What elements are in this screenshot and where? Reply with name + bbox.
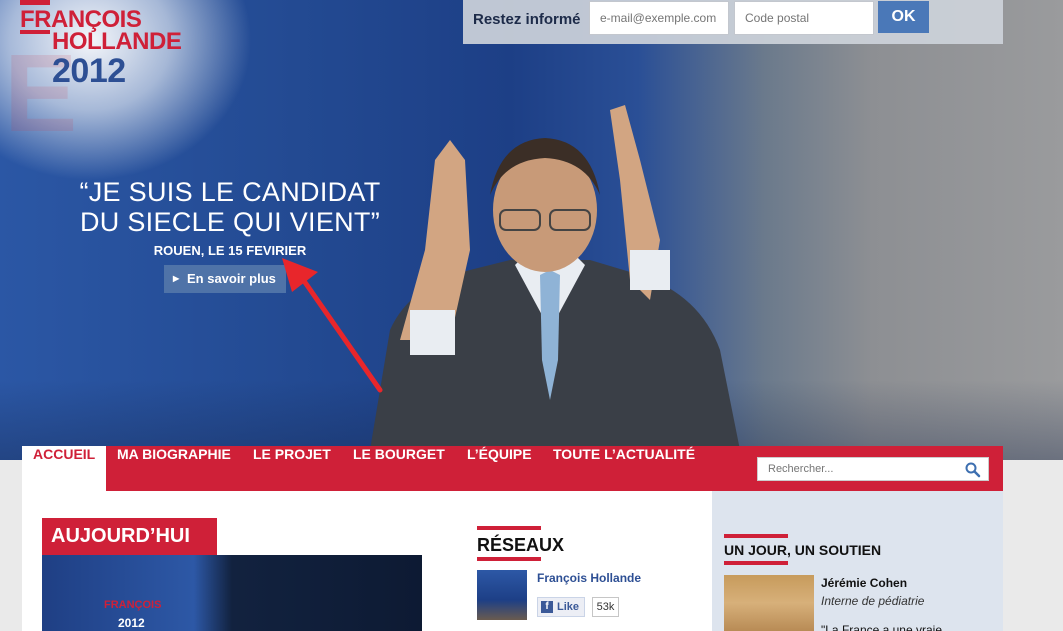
email-input[interactable] — [589, 1, 729, 35]
more-info-button[interactable]: ▶ En savoir plus — [164, 265, 286, 293]
hero-quote: “JE SUIS LE CANDIDAT DU SIECLE QUI VIENT… — [60, 177, 400, 258]
page-gutter-left — [0, 460, 22, 631]
thumbnail-logo-text: FRANÇOIS — [104, 599, 162, 611]
facebook-like-button[interactable]: f Like — [537, 597, 585, 617]
search-input[interactable] — [758, 458, 958, 480]
supporter-quote: "La France a une vraie — [821, 623, 942, 631]
search-icon[interactable] — [964, 461, 982, 479]
nav-item-accueil[interactable]: ACCUEIL — [22, 446, 107, 491]
facebook-page-link[interactable]: François Hollande — [537, 571, 641, 585]
nav-item-actualite[interactable]: TOUTE L’ACTUALITÉ — [542, 446, 706, 491]
search-box — [757, 457, 989, 481]
reseaux-title: RÉSEAUX — [477, 535, 565, 555]
thumbnail-logo-year: 2012 — [118, 616, 145, 630]
nav-item-biographie[interactable]: MA BIOGRAPHIE — [106, 446, 242, 491]
supporter-photo[interactable] — [724, 575, 814, 631]
section-divider — [724, 561, 788, 565]
section-divider — [477, 526, 541, 530]
section-divider — [477, 557, 541, 561]
play-triangle-icon: ▶ — [173, 274, 180, 283]
more-info-label: En savoir plus — [187, 271, 276, 286]
newsletter-submit-button[interactable]: OK — [878, 1, 929, 33]
today-title: AUJOURD’HUI — [42, 518, 217, 555]
facebook-icon: f — [541, 601, 553, 613]
newsletter-label: Restez informé — [473, 11, 581, 28]
nav-item-projet[interactable]: LE PROJET — [242, 446, 342, 491]
main-nav: ACCUEIL MA BIOGRAPHIE LE PROJET LE BOURG… — [22, 446, 1003, 491]
quote-line-1: “JE SUIS LE CANDIDAT — [79, 177, 381, 207]
main-content: AUJOURD’HUI FRANÇOIS 2012 RÉSEAUX Franço… — [22, 491, 1003, 631]
like-count: 53k — [592, 597, 619, 617]
logo-year: 2012 — [52, 52, 126, 90]
today-video-thumbnail[interactable]: FRANÇOIS 2012 — [42, 555, 422, 631]
site-logo[interactable]: FRANÇOIS HOLLANDE 2012 — [20, 0, 210, 92]
postal-code-input[interactable] — [734, 1, 874, 35]
like-label: Like — [557, 601, 580, 613]
soutien-title: UN JOUR, UN SOUTIEN — [724, 542, 882, 558]
newsletter-bar: Restez informé OK — [463, 0, 1003, 44]
annotation-arrow-icon — [282, 258, 383, 393]
supporter-role: Interne de pédiatrie — [821, 594, 925, 608]
page-gutter-right — [1003, 460, 1063, 631]
quote-line-2: DU SIECLE QUI VIENT” — [79, 207, 381, 237]
section-divider — [724, 534, 788, 538]
candidate-photo — [370, 105, 740, 450]
nav-item-bourget[interactable]: LE BOURGET — [342, 446, 456, 491]
logo-bar — [20, 0, 50, 5]
facebook-avatar[interactable] — [477, 570, 527, 620]
supporter-name: Jérémie Cohen — [821, 576, 908, 590]
nav-item-equipe[interactable]: L’ÉQUIPE — [456, 446, 543, 491]
